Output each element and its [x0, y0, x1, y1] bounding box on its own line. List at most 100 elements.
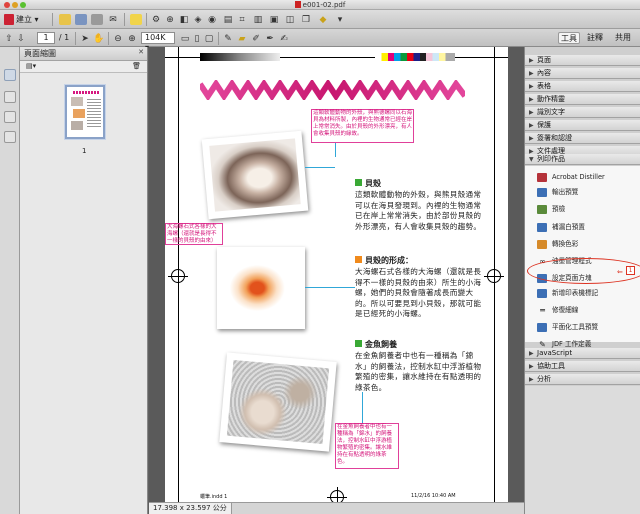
tool-acrobat-distiller[interactable]: Acrobat Distiller — [525, 170, 640, 185]
status-bar: 17.398 x 23.597 公分 — [149, 502, 524, 514]
comment-icon[interactable] — [129, 13, 143, 26]
target-icon[interactable]: ⊕ — [164, 13, 176, 26]
zoom-out-icon[interactable]: ⊖ — [112, 32, 124, 45]
section-protection[interactable]: ▶ 保護 — [525, 120, 640, 131]
navigation-toolbar: ⇧ ⇩ 1 / 1 ➤ ✋ ⊖ ⊕ 104K ▾ ▭ ▯ ▢ ✎ ▰ ✐ ✒ ✍… — [0, 29, 640, 52]
tool-flattener-preview[interactable]: 平面化工具預覽 — [525, 320, 640, 335]
select-arrow-icon[interactable]: ➤ — [79, 32, 91, 45]
expand-arrow-icon: ▶ — [529, 57, 534, 64]
toolbar-divider — [52, 13, 53, 26]
expand-arrow-icon: ▶ — [529, 83, 534, 90]
zoom-in-icon[interactable]: ⊕ — [126, 32, 138, 45]
document-view[interactable]: 這類軟體動物的外殼，與熊德螺同以石海貝為材料所製，內裡的生物通常已經在岸上常常消… — [149, 47, 524, 502]
badge-icon[interactable]: ◆ — [316, 13, 330, 26]
options-menu-icon[interactable]: ▤▾ — [26, 62, 36, 70]
read-mode-icon[interactable]: ▢ — [204, 32, 214, 45]
hand-tool-icon[interactable]: ✋ — [93, 32, 105, 45]
scallop-shells-image — [226, 359, 330, 445]
section-content[interactable]: ▶ 內容 — [525, 68, 640, 79]
text-edit-icon[interactable]: ✐ — [250, 32, 262, 45]
section-print-production[interactable]: ▼ 列印作品 — [525, 154, 640, 165]
preflight-toolbar-icon[interactable]: ◫ — [284, 13, 296, 26]
dropdown-chevron-icon[interactable]: ▾ — [334, 13, 346, 26]
print-icon[interactable] — [90, 13, 104, 26]
separations-icon[interactable]: ▤ — [222, 13, 234, 26]
section-label: 內容 — [537, 69, 551, 77]
pages-icon[interactable]: ▥ — [252, 13, 264, 26]
registration-mark — [327, 487, 347, 502]
tool-trap-presets[interactable]: 補漏白預置 — [525, 220, 640, 235]
page-setup-icon[interactable]: ▣ — [268, 13, 280, 26]
zoom-level-select[interactable]: 104K ▾ — [141, 32, 175, 52]
crop-marks-icon[interactable]: ⌗ — [236, 13, 248, 26]
tool-convert-colors[interactable]: 轉換色彩 — [525, 237, 640, 252]
settings-icon[interactable]: ⚙ — [150, 13, 162, 26]
tool-preflight[interactable]: 預檢 — [525, 202, 640, 217]
window-title-text: e001-02.pdf — [302, 1, 346, 9]
next-page-icon[interactable]: ⇩ — [16, 32, 26, 45]
tool-label: 補漏白預置 — [552, 223, 585, 231]
tool-label: 新增印表機標記 — [552, 289, 599, 297]
expand-arrow-icon: ▶ — [529, 70, 534, 77]
layers-panel-icon[interactable] — [4, 111, 16, 123]
page-number-input[interactable]: 1 — [37, 32, 55, 44]
section-label: 動作精靈 — [537, 95, 565, 103]
page-thumbnail[interactable] — [65, 85, 105, 139]
collapse-arrow-icon: ▼ — [529, 156, 534, 163]
section-label: 保護 — [537, 121, 551, 129]
color-icon[interactable]: ◈ — [192, 13, 204, 26]
section-page[interactable]: ▶ 頁面 — [525, 55, 640, 66]
section-forms[interactable]: ▶ 表格 — [525, 81, 640, 92]
email-icon[interactable]: ✉ — [106, 13, 120, 26]
toolbar-divider — [218, 32, 219, 45]
section-sign-certify[interactable]: ▶ 簽署和認證 — [525, 133, 640, 144]
page-number-value: 1 — [43, 33, 49, 42]
section-label: 分析 — [537, 375, 551, 383]
page-thumbnails-icon[interactable] — [4, 69, 16, 81]
section-action-wizard[interactable]: ▶ 動作精靈 — [525, 94, 640, 105]
layers-icon[interactable]: ❐ — [300, 13, 312, 26]
convert-colors-icon — [537, 240, 547, 249]
section-label: 列印作品 — [537, 155, 565, 163]
section-analyze[interactable]: ▶ 分析 — [525, 374, 640, 385]
signatures-icon[interactable] — [4, 131, 16, 143]
section-label: 識別文字 — [537, 108, 565, 116]
save-icon[interactable] — [74, 13, 88, 26]
open-folder-icon[interactable] — [58, 13, 72, 26]
goldfish-image — [224, 254, 298, 322]
close-pane-icon[interactable]: ✕ — [137, 48, 145, 56]
thumbnail-pane: 頁面縮圖 ✕ ▤▾ 🗑 1 — [20, 47, 148, 514]
fill-sign-icon[interactable]: ✍ — [278, 32, 290, 45]
zoom-level-value: 104K — [145, 33, 166, 42]
tool-output-preview[interactable]: 輸出預覽 — [525, 185, 640, 200]
section-javascript[interactable]: ▶ JavaScript — [525, 348, 640, 359]
section-recognize-text[interactable]: ▶ 識別文字 — [525, 107, 640, 118]
toolbar-divider — [146, 13, 147, 26]
attachments-icon[interactable] — [4, 91, 16, 103]
thumbnail-pane-header: 頁面縮圖 ✕ — [20, 47, 147, 61]
output-icon[interactable]: ◧ — [178, 13, 190, 26]
expand-arrow-icon: ▶ — [529, 350, 534, 357]
prev-page-icon[interactable]: ⇧ — [4, 32, 14, 45]
ink-icon[interactable]: ◉ — [206, 13, 218, 26]
highlight-icon[interactable]: ✎ — [222, 32, 234, 45]
create-label: 建立 — [16, 15, 32, 24]
tool-fix-hairlines[interactable]: ═ 修復細線 — [525, 303, 640, 318]
tab-tools[interactable]: 工具 — [558, 32, 580, 44]
registration-mark — [484, 266, 504, 286]
tab-comment[interactable]: 註釋 — [584, 32, 606, 44]
tab-share[interactable]: 共用 — [612, 32, 634, 44]
delete-page-icon[interactable]: 🗑 — [132, 62, 141, 70]
tool-label: 轉換色彩 — [552, 240, 579, 248]
create-button[interactable]: 建立 ▾ — [4, 13, 39, 26]
sticky-note-icon[interactable]: ▰ — [236, 32, 248, 45]
distiller-icon — [537, 173, 547, 182]
sign-icon[interactable]: ✒ — [264, 32, 276, 45]
tool-add-printer-marks[interactable]: 新增印表機標記 — [525, 286, 640, 301]
thumbnail-page-number: 1 — [82, 147, 87, 155]
highlight-ellipse — [527, 258, 640, 284]
annotation-text: 這類軟體動物的外殼，與熊德螺同以石海貝為材料所製，內裡的生物通常已經在岸上常常消… — [313, 110, 413, 137]
fit-width-icon[interactable]: ▯ — [192, 32, 202, 45]
section-accessibility[interactable]: ▶ 協助工具 — [525, 361, 640, 372]
fit-page-icon[interactable]: ▭ — [180, 32, 190, 45]
